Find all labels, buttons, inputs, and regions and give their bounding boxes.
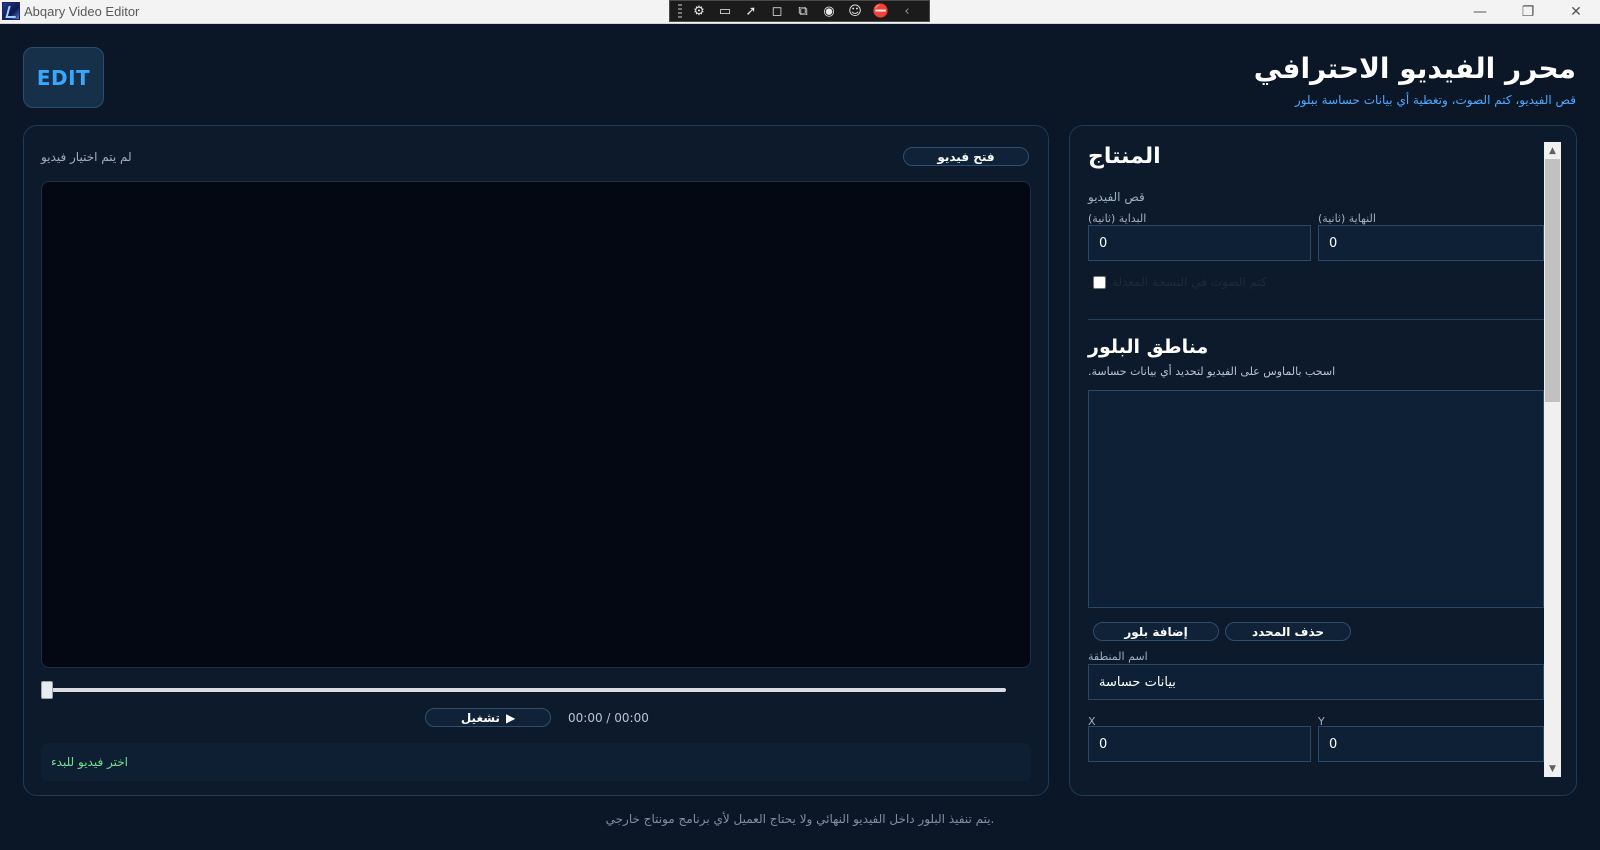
delete-selected-button[interactable]: حذف المحدد: [1225, 622, 1351, 641]
file-status-text: لم يتم اختيار فيديو: [41, 150, 132, 164]
x-input[interactable]: 0: [1088, 726, 1311, 762]
play-icon: ▶: [505, 710, 516, 725]
section-divider: [1088, 319, 1544, 320]
video-preview[interactable]: [41, 181, 1031, 668]
trim-label: قص الفيديو: [1088, 190, 1145, 204]
end-label: النهاية (ثانية): [1318, 212, 1376, 225]
window-titlebar: Abqary Video Editor ⚙ ▭ ➚ ◻ ⧉ ◉ ☺ ⛔ ‹ — …: [0, 0, 1600, 24]
settings-icon[interactable]: ⚙: [686, 1, 712, 21]
time-readout: 00:00 / 00:00: [568, 711, 649, 725]
seek-handle[interactable]: [41, 681, 53, 699]
end-time-input[interactable]: 0: [1318, 225, 1544, 261]
region-name-value: بيانات حساسة: [1099, 674, 1176, 690]
chevron-left-icon[interactable]: ‹: [894, 1, 920, 21]
window-controls: — ❐ ✕: [1456, 0, 1600, 24]
status-message: اختر فيديو للبدء: [51, 755, 129, 769]
blur-regions-list[interactable]: [1088, 390, 1544, 608]
seek-track[interactable]: [46, 688, 1006, 692]
open-video-label: فتح فيديو: [937, 149, 995, 164]
window-capture-icon[interactable]: ⧉: [790, 1, 816, 21]
open-video-button[interactable]: فتح فيديو: [903, 147, 1029, 166]
add-blur-button[interactable]: إضافة بلور: [1093, 622, 1219, 641]
start-label: البداية (ثانية): [1088, 212, 1147, 225]
capture-toolbar: ⚙ ▭ ➚ ◻ ⧉ ◉ ☺ ⛔ ‹: [669, 0, 930, 22]
minimize-button[interactable]: —: [1456, 0, 1504, 24]
region-name-input[interactable]: بيانات حساسة: [1088, 664, 1544, 700]
mute-checkbox[interactable]: [1093, 276, 1106, 289]
editor-title: المنتاج: [1088, 144, 1161, 169]
region-name-label: اسم المنطقة: [1088, 650, 1148, 663]
editor-scrollbar[interactable]: ▲ ▼: [1544, 142, 1561, 777]
editor-panel: المنتاج قص الفيديو البداية (ثانية) النها…: [1069, 125, 1577, 796]
scroll-thumb[interactable]: [1545, 159, 1560, 402]
blur-hint: اسحب بالماوس على الفيديو لتحديد أي بيانا…: [1088, 365, 1336, 378]
video-panel: فتح فيديو لم يتم اختيار فيديو ▶ تشغيل 00…: [23, 125, 1049, 796]
logo-text: EDIT: [36, 65, 91, 90]
add-blur-label: إضافة بلور: [1124, 624, 1188, 639]
footer-note: يتم تنفيذ البلور داخل الفيديو النهائي ول…: [605, 812, 995, 826]
blur-section-title: مناطق البلور: [1088, 336, 1209, 358]
delete-selected-label: حذف المحدد: [1251, 624, 1325, 639]
app-logo: EDIT: [23, 47, 104, 108]
y-input[interactable]: 0: [1318, 726, 1544, 762]
play-label: تشغيل: [460, 710, 500, 725]
play-button[interactable]: ▶ تشغيل: [425, 708, 551, 727]
pointer-icon[interactable]: ➚: [738, 1, 764, 21]
scroll-up-icon[interactable]: ▲: [1544, 142, 1561, 159]
audio-icon[interactable]: ◉: [816, 1, 842, 21]
stop-icon[interactable]: ⛔: [868, 1, 894, 21]
region-icon[interactable]: ◻: [764, 1, 790, 21]
start-time-input[interactable]: 0: [1088, 225, 1311, 261]
accessibility-icon[interactable]: ☺: [842, 1, 868, 21]
status-bar: اختر فيديو للبدء: [41, 743, 1031, 781]
page-title: محرر الفيديو الاحترافي: [1253, 52, 1576, 85]
app-icon: [2, 2, 20, 20]
window-title: Abqary Video Editor: [24, 4, 140, 19]
maximize-button[interactable]: ❐: [1504, 0, 1552, 24]
scroll-down-icon[interactable]: ▼: [1544, 760, 1561, 777]
toolbar-grip-icon[interactable]: [678, 4, 682, 18]
video-icon[interactable]: ▭: [712, 1, 738, 21]
page-subtitle: قص الفيديو، كتم الصوت، وتغطية أي بيانات …: [1294, 93, 1576, 107]
close-button[interactable]: ✕: [1552, 0, 1600, 24]
mute-label: كتم الصوت في النسخة المعدلة: [1112, 275, 1267, 289]
